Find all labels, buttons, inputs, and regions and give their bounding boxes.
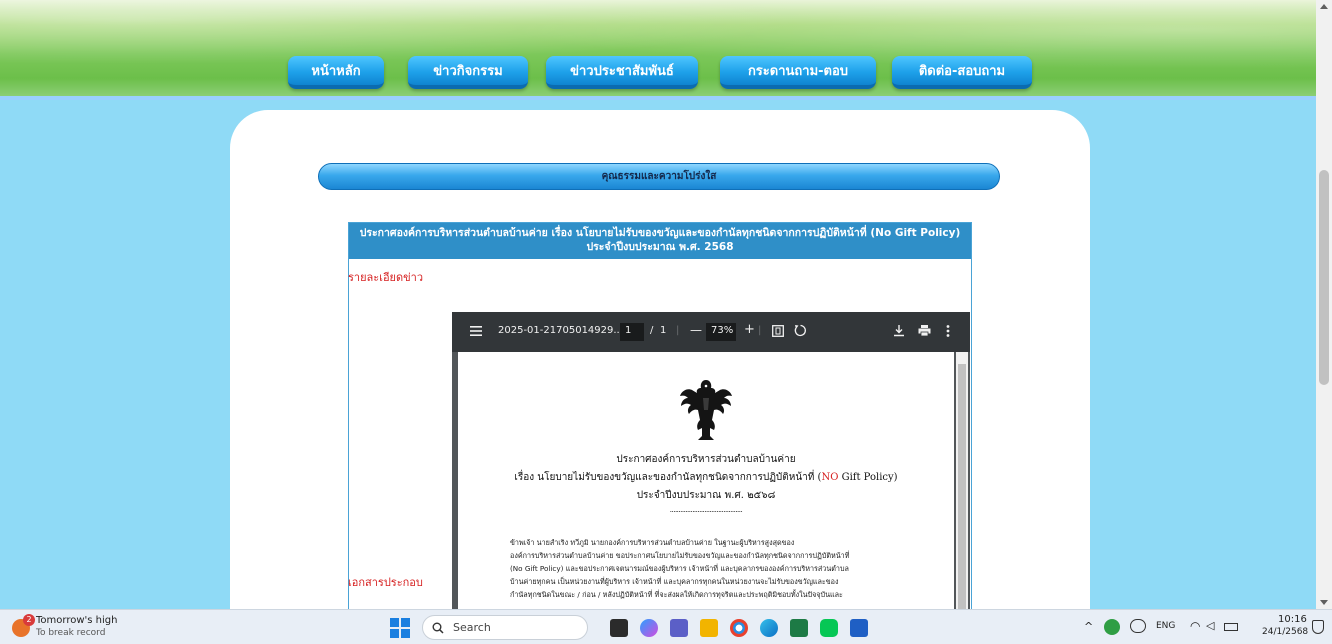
word-icon[interactable] <box>850 619 868 637</box>
pdf-zoom-input[interactable]: 73% <box>706 323 736 341</box>
windows-start-icon[interactable] <box>390 618 410 638</box>
doc-title-2b: NO <box>821 472 839 483</box>
news-detail-label: รายละเอียดข่าว <box>348 271 424 284</box>
section-title: คุณธรรมและความโปร่งใส <box>318 163 1000 190</box>
excel-icon[interactable] <box>790 619 808 637</box>
nav-activity-news[interactable]: ข่าวกิจกรรม <box>408 56 528 89</box>
doc-body-line: องค์การบริหารส่วนตำบลบ้านค่าย ขอประกาศนโ… <box>510 551 850 560</box>
pdf-page-current: 1 <box>625 325 632 336</box>
nav-qa-board[interactable]: กระดานถาม-ตอบ <box>720 56 876 89</box>
taskbar-search-input[interactable]: Search <box>422 615 588 640</box>
pdf-toolbar: 2025-01-21705014929... 1 / 1 | — 73% + | <box>452 312 970 352</box>
doc-body-line: กำนัลทุกชนิดในขณะ / ก่อน / หลังปฏิบัติหน… <box>510 590 843 599</box>
pdf-page-total: 1 <box>660 325 667 336</box>
pdf-scrollbar[interactable] <box>956 352 968 612</box>
doc-body-line: (No Gift Policy) และขอประกาศเจตนารมณ์ของ… <box>510 564 849 573</box>
doc-body-line: บ้านค่ายทุกคน เป็นหน่วยงานที่ผู้บริหาร เ… <box>510 577 839 586</box>
copilot-icon[interactable] <box>640 619 658 637</box>
file-explorer-icon[interactable] <box>700 619 718 637</box>
pdf-scroll-thumb[interactable] <box>958 364 966 612</box>
doc-title-line-1: ประกาศองค์การบริหารส่วนตำบลบ้านค่าย <box>616 454 796 465</box>
download-icon[interactable] <box>893 324 905 337</box>
pdf-page-input[interactable]: 1 <box>620 323 644 341</box>
pdf-zoom-value: 73% <box>711 325 734 336</box>
more-options-icon[interactable] <box>946 325 950 337</box>
fit-page-icon[interactable] <box>772 325 784 337</box>
pdf-page: ประกาศองค์การบริหารส่วนตำบลบ้านค่าย เรื่… <box>458 352 954 612</box>
doc-title-2a: เรื่อง นโยบายไม่รับของขวัญและของกำนัลทุก… <box>514 472 822 483</box>
scroll-down-icon[interactable] <box>1320 600 1328 605</box>
weather-subtitle: To break record <box>36 628 106 638</box>
onedrive-icon[interactable] <box>1130 619 1146 633</box>
news-header: ประกาศองค์การบริหารส่วนตำบลบ้านค่าย เรื่… <box>349 223 971 259</box>
language-indicator[interactable]: ENG <box>1156 621 1175 631</box>
notification-bell-icon[interactable] <box>1312 620 1324 634</box>
print-icon[interactable] <box>918 324 931 337</box>
page-scrollbar[interactable] <box>1316 0 1332 609</box>
rotate-icon[interactable] <box>794 324 807 337</box>
taskbar: 2 Tomorrow's high To break record Search… <box>0 609 1332 644</box>
volume-icon[interactable]: ◁ <box>1206 619 1214 632</box>
garuda-emblem-icon <box>680 380 732 440</box>
pdf-filename: 2025-01-21705014929... <box>498 325 623 336</box>
clock-date[interactable]: 24/1/2568 <box>1262 627 1308 637</box>
banner-divider <box>0 96 1316 100</box>
tray-app-icon[interactable] <box>1104 619 1120 635</box>
scroll-thumb[interactable] <box>1319 170 1329 385</box>
toolbar-divider-2: | <box>758 325 762 336</box>
doc-title-line-3: ประจำปีงบประมาณ พ.ศ. ๒๕๖๘ <box>636 490 776 501</box>
line-app-icon[interactable] <box>820 619 838 637</box>
weather-badge: 2 <box>23 614 35 626</box>
doc-title-line-2: เรื่อง นโยบายไม่รับของขวัญและของกำนัลทุก… <box>458 470 954 485</box>
battery-icon[interactable] <box>1224 623 1238 631</box>
doc-body: ข้าพเจ้า นายสำเริง ทวีภูมิ นายกองค์การบร… <box>510 536 924 601</box>
doc-body-line: ข้าพเจ้า นายสำเริง ทวีภูมิ นายกองค์การบร… <box>510 538 795 547</box>
nav-home[interactable]: หน้าหลัก <box>288 56 384 89</box>
wifi-icon[interactable]: ◠ <box>1190 619 1200 633</box>
chrome-icon[interactable] <box>730 619 748 637</box>
zoom-out-icon[interactable]: — <box>690 323 702 337</box>
zoom-in-icon[interactable]: + <box>744 322 755 337</box>
main-nav: หน้าหลัก ข่าวกิจกรรม ข่าวประชาสัมพันธ์ ก… <box>0 56 1316 96</box>
nav-pr-news[interactable]: ข่าวประชาสัมพันธ์ <box>546 56 698 89</box>
attachment-label: เอกสารประกอบ <box>348 576 423 589</box>
doc-title-2c: Gift Policy) <box>838 472 898 483</box>
menu-icon[interactable] <box>470 326 482 336</box>
toolbar-divider: | <box>676 325 680 336</box>
pdf-viewer[interactable]: 2025-01-21705014929... 1 / 1 | — 73% + | <box>452 312 970 612</box>
doc-divider-dots: ........................................… <box>669 506 743 514</box>
clock-time[interactable]: 10:16 <box>1278 614 1307 625</box>
show-hidden-icons[interactable]: ^ <box>1084 620 1093 633</box>
nav-contact[interactable]: ติดต่อ-สอบถาม <box>892 56 1032 89</box>
search-placeholder: Search <box>453 621 491 634</box>
weather-title: Tomorrow's high <box>36 615 118 626</box>
teams-icon[interactable] <box>670 619 688 637</box>
weather-widget[interactable]: 2 Tomorrow's high To break record <box>6 610 146 644</box>
pdf-page-sep: / <box>650 325 654 336</box>
edge-icon[interactable] <box>760 619 778 637</box>
scroll-up-icon[interactable] <box>1320 4 1328 9</box>
search-icon <box>432 622 444 634</box>
task-view-icon[interactable] <box>610 619 628 637</box>
